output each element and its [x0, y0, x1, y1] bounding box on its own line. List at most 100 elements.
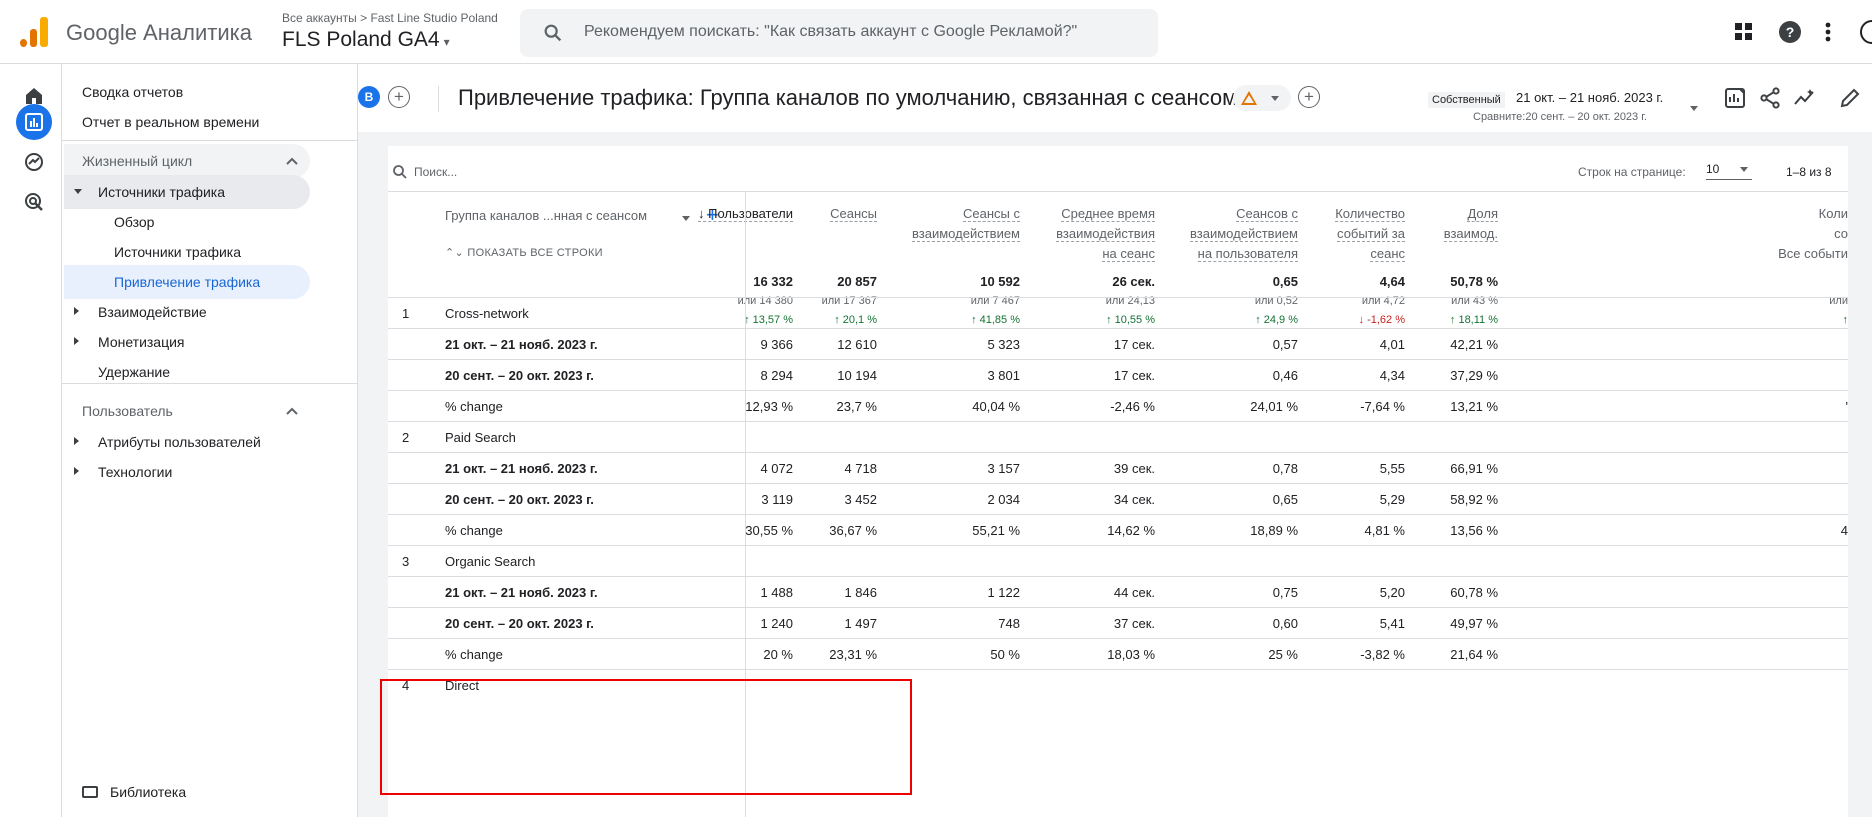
- nav-library[interactable]: Библиотека: [82, 784, 186, 800]
- nav-item-overview[interactable]: Обзор: [64, 205, 310, 239]
- column-header-text: со: [1834, 226, 1848, 241]
- breadcrumb-account[interactable]: Fast Line Studio Poland: [370, 11, 497, 25]
- row-index: 3: [402, 554, 410, 569]
- comparison-chip[interactable]: B: [358, 86, 380, 108]
- product-name: Google Аналитика: [66, 20, 252, 45]
- table-row[interactable]: 20 сент. – 20 окт. 2023 г. 1 240 1 497 748 3…: [388, 607, 1848, 638]
- add-filter-button[interactable]: +: [1298, 86, 1320, 108]
- table-row[interactable]: 21 окт. – 21 нояб. 2023 г. 4 072 4 718 3 15…: [388, 452, 1848, 483]
- caret-down-icon: ▾: [443, 35, 450, 49]
- total-value: 16 332: [753, 274, 793, 289]
- table-cell: ': [1845, 399, 1848, 414]
- table-cell: 748: [998, 616, 1020, 631]
- highlight-box: [380, 679, 912, 795]
- column-header-text: Количество: [1335, 206, 1405, 222]
- nav-item-acquisition[interactable]: Источники трафика: [64, 175, 310, 209]
- rail-reports[interactable]: [16, 104, 52, 140]
- explore-icon: [25, 153, 43, 171]
- property-selector[interactable]: FLS Poland GA4 ▾: [282, 28, 450, 52]
- column-header[interactable]: Сеансы с взаимодействием: [912, 204, 1020, 244]
- column-header[interactable]: Доля взаимод.: [1443, 204, 1498, 244]
- nav-section-lifecycle[interactable]: Жизненный цикл: [64, 144, 310, 178]
- nav-item-label: Обзор: [114, 214, 155, 230]
- column-header[interactable]: Сеансы: [830, 204, 877, 224]
- table-cell: 18,89 %: [1250, 523, 1298, 538]
- column-header[interactable]: Среднее время взаимодействия на сеанс: [1056, 204, 1155, 264]
- table-row[interactable]: 2 Paid Search: [388, 421, 1848, 452]
- column-header[interactable]: Сеансов с взаимодействием на пользователя: [1190, 204, 1298, 264]
- column-header-text: Доля: [1467, 206, 1498, 222]
- table-row[interactable]: % change 30,55 % 36,67 % 55,21 % 14,62 % 18,8…: [388, 514, 1848, 545]
- table-row[interactable]: 1 Cross-network: [388, 297, 1848, 328]
- table-row[interactable]: % change 12,93 % 23,7 % 40,04 % -2,46 % 24,01…: [388, 390, 1848, 421]
- table-row[interactable]: % change 20 % 23,31 % 50 % 18,03 % 25 % -3,82 …: [388, 638, 1848, 669]
- nav-item-tech[interactable]: Технологии: [64, 455, 310, 489]
- nav-item-engagement[interactable]: Взаимодействие: [64, 295, 310, 329]
- show-all-rows-button[interactable]: ⌃⌄ ПОКАЗАТЬ ВСЕ СТРОКИ: [445, 246, 603, 259]
- help-icon[interactable]: ?: [1776, 18, 1804, 46]
- analytics-logo[interactable]: [20, 17, 48, 47]
- insights-icon[interactable]: [1793, 86, 1817, 110]
- table-row[interactable]: 21 окт. – 21 нояб. 2023 г. 1 488 1 846 1 12…: [388, 576, 1848, 607]
- table-cell: 12,93 %: [745, 399, 793, 414]
- avatar[interactable]: [1852, 18, 1872, 46]
- account-breadcrumb[interactable]: Все аккаунты > Fast Line Studio Poland: [282, 11, 498, 25]
- search-box[interactable]: Рекомендуем поискать: "Как связать аккау…: [520, 9, 1158, 57]
- warning-chip[interactable]: [1233, 85, 1291, 111]
- table-cell: 1 497: [844, 616, 877, 631]
- expand-down-icon: [74, 189, 82, 194]
- nav-panel: Сводка отчетов Отчет в реальном времени …: [62, 64, 358, 817]
- column-header-line: сеанс: [1335, 244, 1405, 264]
- table-cell: 66,91 %: [1450, 461, 1498, 476]
- expand-right-icon: [74, 307, 79, 315]
- share-icon[interactable]: [1758, 86, 1782, 110]
- table-cell: 21,64 %: [1450, 647, 1498, 662]
- table-row[interactable]: 21 окт. – 21 нояб. 2023 г. 9 366 12 610 5 3…: [388, 328, 1848, 359]
- expand-right-icon: [74, 437, 79, 445]
- table-cell: 44 сек.: [1113, 585, 1155, 600]
- table-cell: -2,46 %: [1110, 399, 1155, 414]
- nav-item-user-attributes[interactable]: Атрибуты пользователей: [64, 425, 310, 459]
- column-header-text: событий за: [1337, 226, 1405, 242]
- edit-icon[interactable]: [1838, 86, 1862, 110]
- table-row[interactable]: 20 сент. – 20 окт. 2023 г. 8 294 10 194 3 8…: [388, 359, 1848, 390]
- table-cell: 55,21 %: [972, 523, 1020, 538]
- caret-down-icon: [1740, 167, 1748, 172]
- date-type-label[interactable]: Собственный: [1428, 92, 1505, 108]
- nav-section-label: Пользователь: [82, 403, 173, 419]
- date-range[interactable]: 21 окт. – 21 нояб. 2023 г.: [1516, 90, 1663, 105]
- search-icon: [544, 24, 562, 42]
- table-cell: 25 %: [1268, 647, 1298, 662]
- table-cell: 0,75: [1272, 585, 1298, 600]
- table-cell: 5,41: [1379, 616, 1405, 631]
- table-search-input[interactable]: Поиск...: [414, 165, 457, 179]
- column-header-line: Доля: [1444, 204, 1498, 224]
- column-header-text: Сеансы: [830, 206, 877, 222]
- breadcrumb-all-accounts[interactable]: Все аккаунты: [282, 11, 357, 25]
- nav-item-user-acquisition[interactable]: Источники трафика: [64, 235, 310, 269]
- apps-grid-icon[interactable]: [1730, 18, 1758, 46]
- row-index: 2: [402, 430, 410, 445]
- customize-report-icon[interactable]: [1723, 86, 1747, 110]
- nav-item-monetization[interactable]: Монетизация: [64, 325, 310, 359]
- add-comparison-button[interactable]: +: [388, 86, 410, 108]
- caret-down-icon[interactable]: [682, 216, 690, 221]
- date-compare[interactable]: Сравните:20 сент. – 20 окт. 2023 г.: [1473, 111, 1647, 123]
- date-dropdown-icon[interactable]: [1690, 106, 1698, 111]
- column-header[interactable]: Количество событий за сеанс: [1335, 204, 1405, 264]
- rail-advertising[interactable]: [16, 184, 52, 220]
- table-cell: -7,64 %: [1360, 399, 1405, 414]
- more-vert-icon[interactable]: [1814, 18, 1842, 46]
- table-row[interactable]: 3 Organic Search: [388, 545, 1848, 576]
- nav-item-traffic-acquisition[interactable]: Привлечение трафика: [64, 265, 310, 299]
- column-header[interactable]: Коли со Все событи: [1778, 204, 1848, 264]
- divider: [438, 86, 439, 112]
- column-header-line: Сеансы с: [912, 204, 1020, 224]
- dimension-selector[interactable]: Группа каналов ...нная с сеансом: [445, 208, 647, 223]
- nav-reports-snapshot[interactable]: Сводка отчетов: [82, 84, 183, 100]
- nav-realtime[interactable]: Отчет в реальном времени: [82, 114, 259, 130]
- table-row[interactable]: 20 сент. – 20 окт. 2023 г. 3 119 3 452 2 03…: [388, 483, 1848, 514]
- rows-per-page-select[interactable]: 10: [1706, 162, 1752, 180]
- nav-section-user[interactable]: Пользователь: [64, 394, 310, 428]
- rail-explore[interactable]: [16, 144, 52, 180]
